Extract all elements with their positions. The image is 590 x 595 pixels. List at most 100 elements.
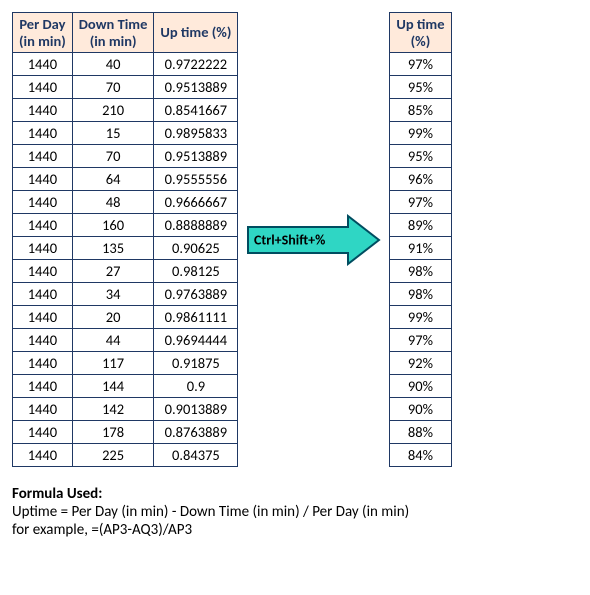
table-row: 95% [390,76,451,99]
table-row: 98% [390,260,451,283]
table-cell: 0.90625 [154,237,238,260]
table-cell: 92% [390,352,451,375]
table-cell: 1440 [13,191,73,214]
table-cell: 95% [390,76,451,99]
table-row: 14401420.9013889 [13,398,238,421]
table-row: 91% [390,237,451,260]
table-row: 96% [390,168,451,191]
table-cell: 1440 [13,329,73,352]
main-row: Per Day(in min) Down Time(in min) Up tim… [12,12,578,467]
table-cell: 1440 [13,444,73,467]
table-row: 89% [390,214,451,237]
table-row: 1440270.98125 [13,260,238,283]
table-cell: 0.9694444 [154,329,238,352]
table-row: 99% [390,306,451,329]
table-row: 90% [390,398,451,421]
table-cell: 0.9861111 [154,306,238,329]
col-header-uptime: Up time (%) [154,13,238,53]
table-cell: 0.9555556 [154,168,238,191]
table-cell: 0.9722222 [154,53,238,76]
table-cell: 88% [390,421,451,444]
table-cell: 0.9013889 [154,398,238,421]
table-cell: 1440 [13,375,73,398]
table-row: 14401780.8763889 [13,421,238,444]
table-cell: 48 [72,191,154,214]
table-row: 1440440.9694444 [13,329,238,352]
table-cell: 0.98125 [154,260,238,283]
table-row: 88% [390,421,451,444]
table-cell: 99% [390,306,451,329]
table-cell: 0.9763889 [154,283,238,306]
table-cell: 1440 [13,145,73,168]
table-cell: 40 [72,53,154,76]
table-cell: 142 [72,398,154,421]
table-cell: 97% [390,53,451,76]
table-cell: 0.9513889 [154,76,238,99]
table-row: 85% [390,99,451,122]
arrow-icon: Ctrl+Shift+% [246,214,381,266]
table-row: 14401170.91875 [13,352,238,375]
table-cell: 15 [72,122,154,145]
table-cell: 27 [72,260,154,283]
table-row: 1440150.9895833 [13,122,238,145]
table-cell: 1440 [13,76,73,99]
table-cell: 178 [72,421,154,444]
table-row: 14402250.84375 [13,444,238,467]
table-row: 97% [390,329,451,352]
table-cell: 0.9513889 [154,145,238,168]
table-row: 92% [390,352,451,375]
table-row: 1440700.9513889 [13,145,238,168]
source-table-header-row: Per Day(in min) Down Time(in min) Up tim… [13,13,238,53]
table-cell: 64 [72,168,154,191]
table-row: 97% [390,53,451,76]
result-table: Up time(%) 97%95%85%99%95%96%97%89%91%98… [389,12,451,467]
table-cell: 44 [72,329,154,352]
table-cell: 1440 [13,283,73,306]
formula-line-2: for example, =(AP3-AQ3)/AP3 [12,521,578,539]
table-cell: 0.8888889 [154,214,238,237]
table-cell: 0.9666667 [154,191,238,214]
table-row: 1440200.9861111 [13,306,238,329]
formula-heading: Formula Used: [12,485,578,503]
result-table-header-row: Up time(%) [390,13,451,53]
table-cell: 117 [72,352,154,375]
table-cell: 20 [72,306,154,329]
table-cell: 91% [390,237,451,260]
table-cell: 96% [390,168,451,191]
col-header-down-time: Down Time(in min) [72,13,154,53]
table-cell: 70 [72,145,154,168]
table-row: 1440640.9555556 [13,168,238,191]
table-row: 90% [390,375,451,398]
table-cell: 135 [72,237,154,260]
table-cell: 90% [390,398,451,421]
table-cell: 70 [72,76,154,99]
table-row: 95% [390,145,451,168]
table-row: 1440480.9666667 [13,191,238,214]
shortcut-arrow: Ctrl+Shift+% [246,214,381,266]
table-cell: 99% [390,122,451,145]
table-cell: 0.9 [154,375,238,398]
table-row: 1440700.9513889 [13,76,238,99]
table-cell: 210 [72,99,154,122]
table-cell: 1440 [13,168,73,191]
table-row: 1440340.9763889 [13,283,238,306]
table-cell: 97% [390,191,451,214]
col-header-per-day: Per Day(in min) [13,13,73,53]
table-cell: 0.8763889 [154,421,238,444]
table-cell: 98% [390,260,451,283]
table-cell: 0.84375 [154,444,238,467]
table-cell: 1440 [13,122,73,145]
table-cell: 34 [72,283,154,306]
table-cell: 89% [390,214,451,237]
table-row: 14401350.90625 [13,237,238,260]
table-row: 14402100.8541667 [13,99,238,122]
table-cell: 1440 [13,398,73,421]
table-cell: 97% [390,329,451,352]
table-cell: 1440 [13,99,73,122]
table-cell: 225 [72,444,154,467]
table-cell: 84% [390,444,451,467]
source-table: Per Day(in min) Down Time(in min) Up tim… [12,12,238,467]
table-cell: 85% [390,99,451,122]
table-cell: 95% [390,145,451,168]
table-row: 1440400.9722222 [13,53,238,76]
